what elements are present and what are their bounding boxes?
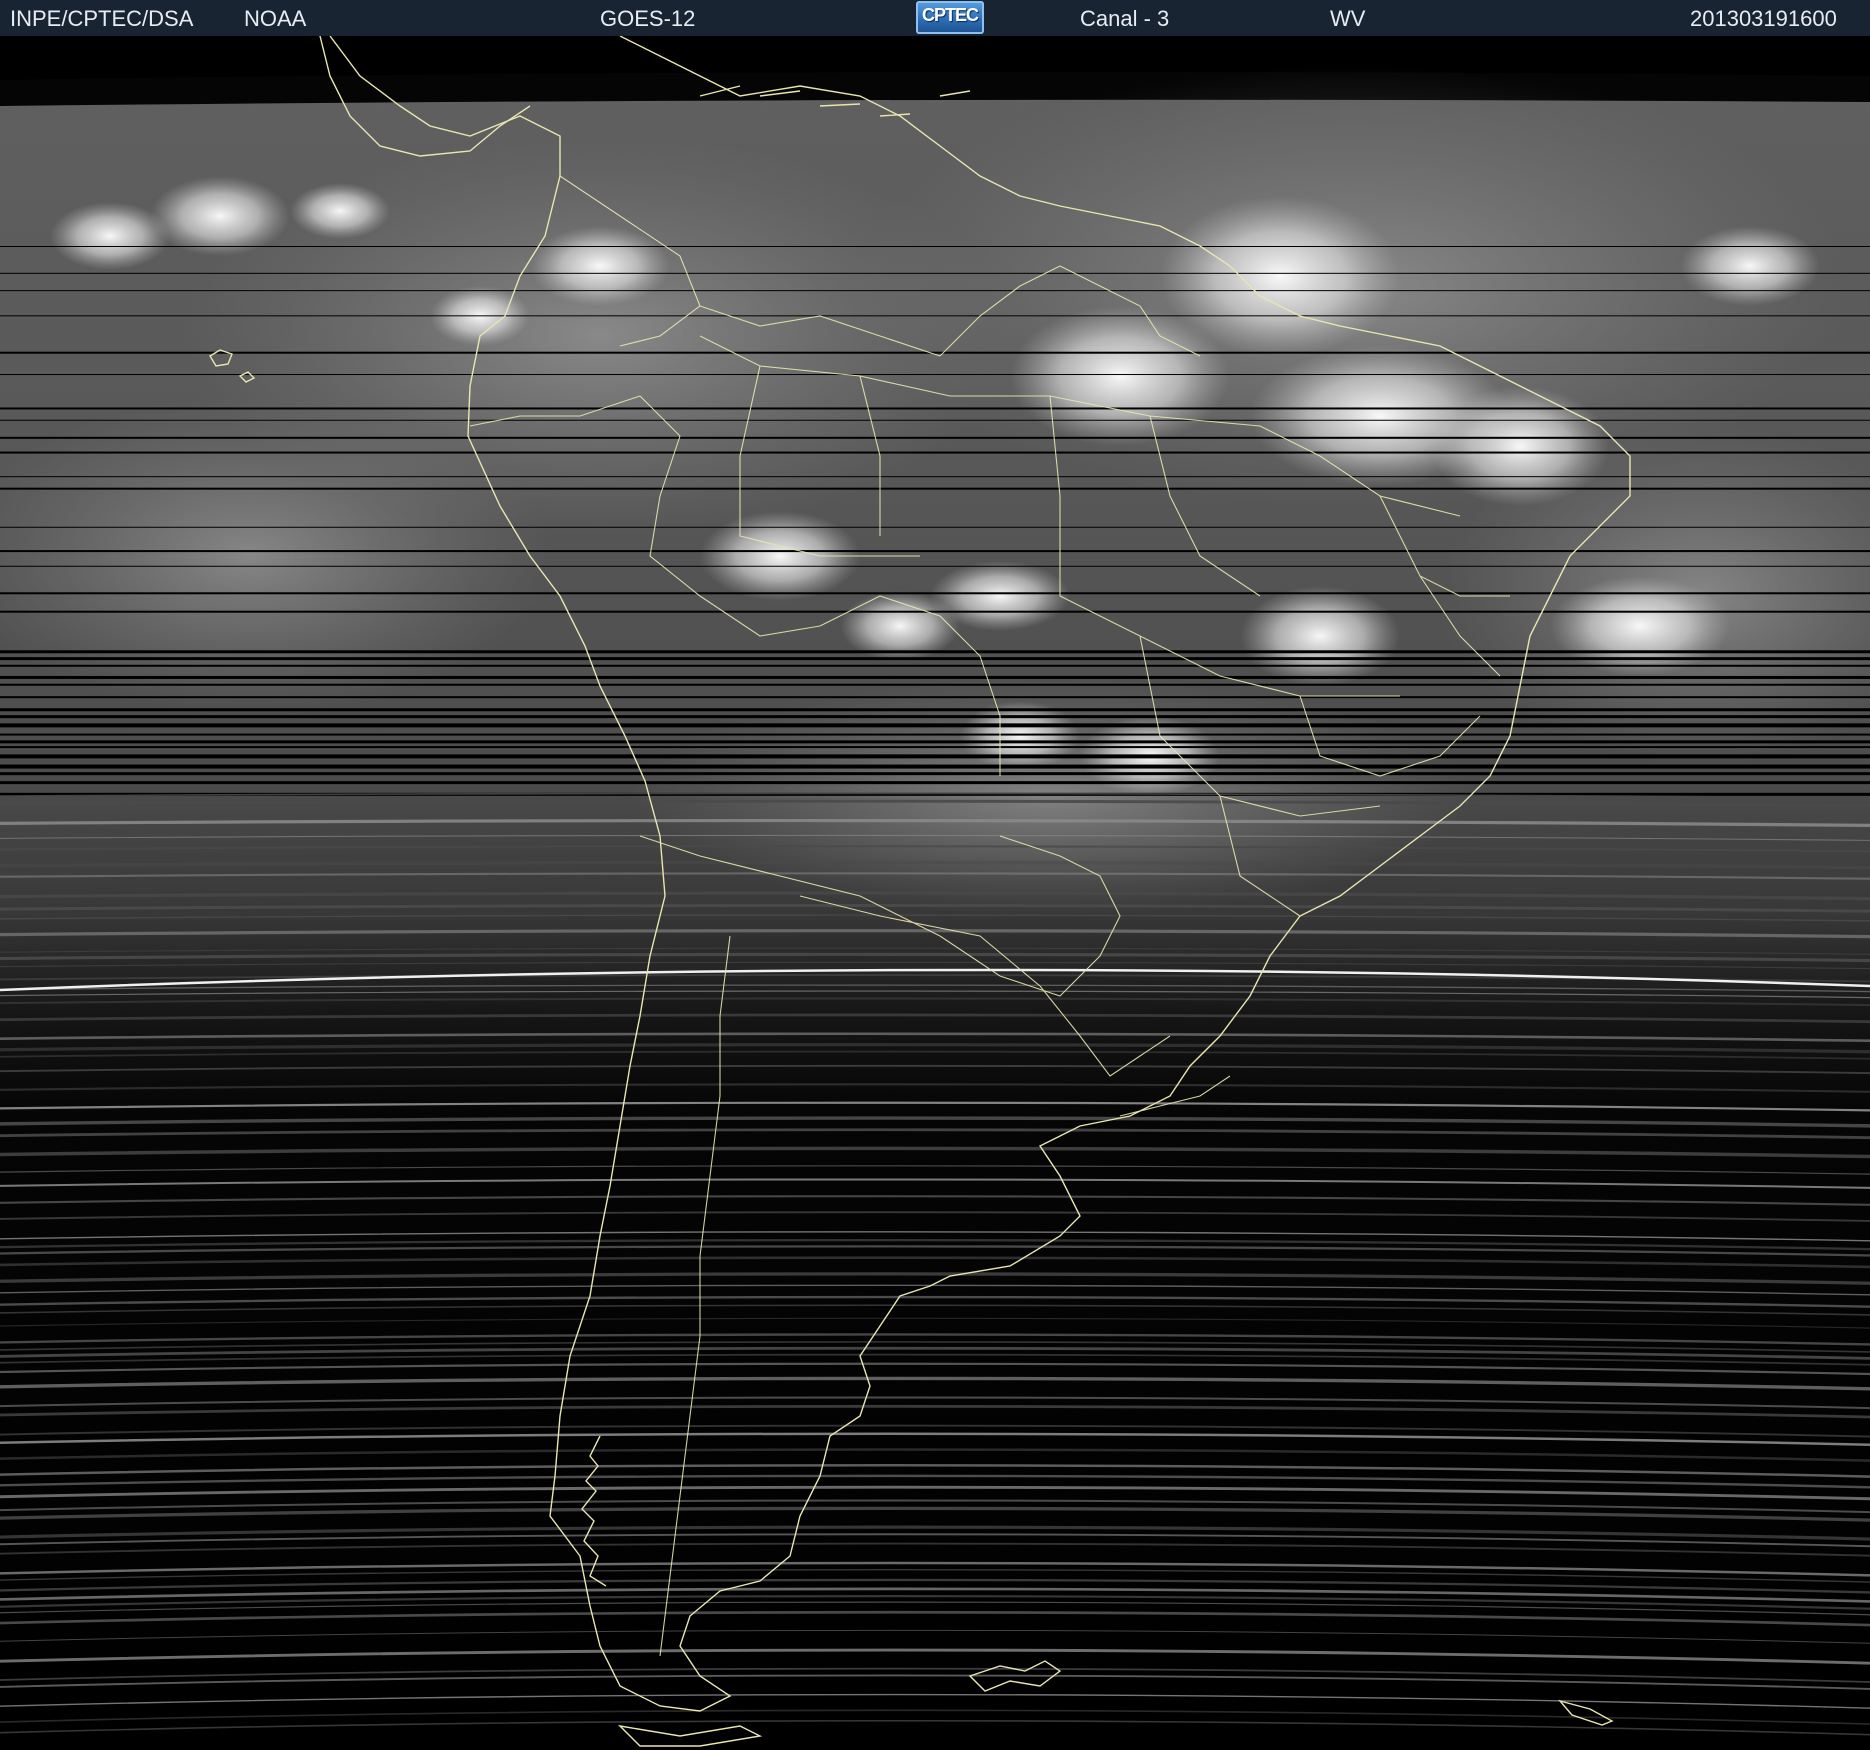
scan-line <box>0 565 1870 567</box>
scan-line <box>0 754 1870 759</box>
scan-line <box>0 487 1870 490</box>
scan-line <box>0 708 1870 712</box>
scan-line <box>0 772 1870 776</box>
scan-line <box>0 675 1870 679</box>
satellite-image <box>0 36 1870 1750</box>
scan-line <box>0 610 1870 613</box>
scan-line <box>0 436 1870 439</box>
scan-line <box>0 683 1870 686</box>
scan-line <box>0 740 1870 744</box>
scan-line <box>0 764 1870 769</box>
scan-line <box>0 351 1870 354</box>
cptec-logo: CPTEC <box>916 1 984 34</box>
band-label: WV <box>1330 6 1366 31</box>
scan-line <box>0 746 1870 749</box>
provider-label: NOAA <box>244 6 307 31</box>
scan-line <box>0 592 1870 595</box>
scan-line <box>0 451 1870 454</box>
scan-line <box>0 272 1870 274</box>
scan-line <box>0 374 1870 376</box>
datetime-label: 201303191600 <box>1690 6 1837 31</box>
scan-line <box>0 650 1870 654</box>
scan-line <box>0 715 1870 719</box>
agency-label: INPE/CPTEC/DSA <box>10 6 194 31</box>
satellite-map <box>0 36 1870 1750</box>
scan-line <box>0 657 1870 661</box>
scan-line <box>0 733 1870 736</box>
scan-line <box>0 246 1870 247</box>
scan-line <box>0 723 1870 728</box>
image-header: INPE/CPTEC/DSA NOAA GOES-12 CPTEC Canal … <box>0 0 1870 36</box>
scan-line <box>0 550 1870 553</box>
scan-line <box>0 526 1870 528</box>
scan-line <box>0 407 1870 410</box>
satellite-label: GOES-12 <box>600 6 696 31</box>
scan-line <box>0 290 1870 292</box>
scan-line <box>0 696 1870 699</box>
scan-line <box>0 781 1870 785</box>
channel-label: Canal - 3 <box>1080 6 1170 31</box>
scan-line <box>0 476 1870 478</box>
scan-line <box>0 664 1870 667</box>
scan-line <box>0 315 1870 317</box>
